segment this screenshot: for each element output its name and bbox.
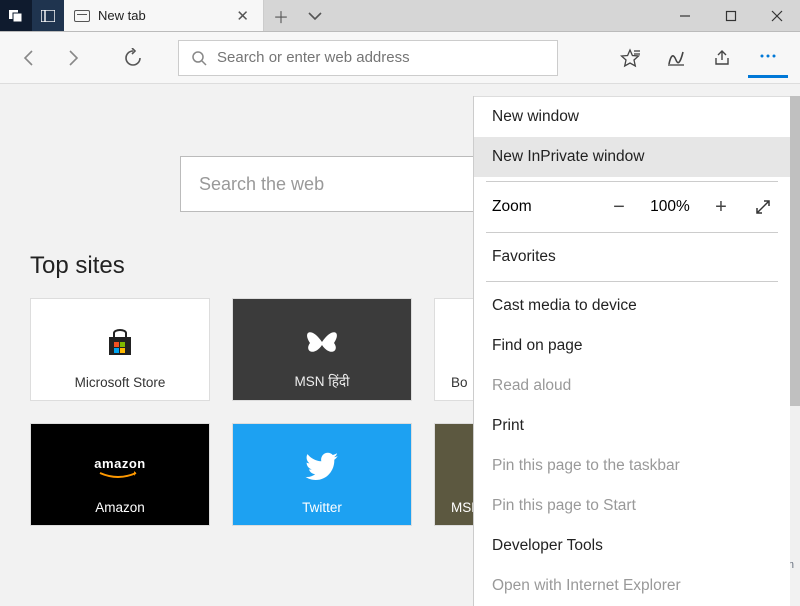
toolbar xyxy=(0,32,800,84)
back-button[interactable] xyxy=(12,41,46,75)
search-icon xyxy=(191,50,207,66)
menu-separator xyxy=(486,281,778,282)
menu-cast-media[interactable]: Cast media to device xyxy=(474,286,790,326)
menu-pin-start: Pin this page to Start xyxy=(474,486,790,526)
menu-zoom-row: Zoom − 100% + xyxy=(474,186,790,228)
tile-label: MSN हिंदी xyxy=(294,372,349,390)
tile-label: Microsoft Store xyxy=(75,375,166,390)
share-button[interactable] xyxy=(702,38,742,78)
tab-actions: ＋ xyxy=(264,0,332,31)
twitter-icon xyxy=(304,446,340,488)
tab-favicon-icon xyxy=(74,10,90,22)
titlebar-left xyxy=(0,0,64,31)
menu-scrollbar[interactable] xyxy=(790,96,800,570)
window-controls xyxy=(662,0,800,31)
butterfly-icon xyxy=(302,321,342,363)
menu-read-aloud: Read aloud xyxy=(474,366,790,406)
tile-amazon[interactable]: amazon Amazon xyxy=(30,423,210,526)
zoom-out-button[interactable]: − xyxy=(604,192,634,222)
web-search-placeholder: Search the web xyxy=(199,174,324,195)
favorites-button[interactable] xyxy=(610,38,650,78)
minimize-button[interactable] xyxy=(662,0,708,31)
address-input[interactable] xyxy=(217,49,545,66)
tab-close-button[interactable]: ✕ xyxy=(232,7,253,25)
menu-developer-tools[interactable]: Developer Tools xyxy=(474,526,790,566)
close-window-button[interactable] xyxy=(754,0,800,31)
menu-separator xyxy=(486,232,778,233)
menu-new-window[interactable]: New window xyxy=(474,97,790,137)
tile-label: Twitter xyxy=(302,500,342,515)
set-aside-tabs-button[interactable] xyxy=(32,0,64,31)
scrollbar-thumb[interactable] xyxy=(790,96,800,406)
browser-tab[interactable]: New tab ✕ xyxy=(64,0,264,31)
fullscreen-button[interactable] xyxy=(748,192,778,222)
menu-new-inprivate-window[interactable]: New InPrivate window xyxy=(474,137,790,177)
tab-title: New tab xyxy=(98,8,224,23)
zoom-in-button[interactable]: + xyxy=(706,192,736,222)
reading-list-button[interactable] xyxy=(656,38,696,78)
forward-button[interactable] xyxy=(56,41,90,75)
amazon-icon: amazon xyxy=(94,446,145,488)
zoom-value: 100% xyxy=(646,198,694,216)
address-bar[interactable] xyxy=(178,40,558,76)
titlebar: New tab ✕ ＋ xyxy=(0,0,800,32)
more-menu-button[interactable] xyxy=(748,38,788,78)
menu-print[interactable]: Print xyxy=(474,406,790,446)
new-tab-button[interactable]: ＋ xyxy=(264,4,298,28)
menu-pin-taskbar: Pin this page to the taskbar xyxy=(474,446,790,486)
menu-open-ie: Open with Internet Explorer xyxy=(474,566,790,606)
more-menu: New window New InPrivate window Zoom − 1… xyxy=(474,96,790,606)
tile-label: Bo xyxy=(451,375,468,390)
maximize-button[interactable] xyxy=(708,0,754,31)
menu-find-on-page[interactable]: Find on page xyxy=(474,326,790,366)
menu-favorites[interactable]: Favorites xyxy=(474,237,790,277)
refresh-button[interactable] xyxy=(116,41,150,75)
tile-twitter[interactable]: Twitter xyxy=(232,423,412,526)
tile-microsoft-store[interactable]: Microsoft Store xyxy=(30,298,210,401)
menu-separator xyxy=(486,181,778,182)
tile-label: Amazon xyxy=(95,500,145,515)
tile-msn-hindi[interactable]: MSN हिंदी xyxy=(232,298,412,401)
activities-button[interactable] xyxy=(0,0,32,31)
zoom-label: Zoom xyxy=(492,198,604,216)
store-icon xyxy=(103,321,137,363)
tab-preview-button[interactable] xyxy=(298,11,332,21)
